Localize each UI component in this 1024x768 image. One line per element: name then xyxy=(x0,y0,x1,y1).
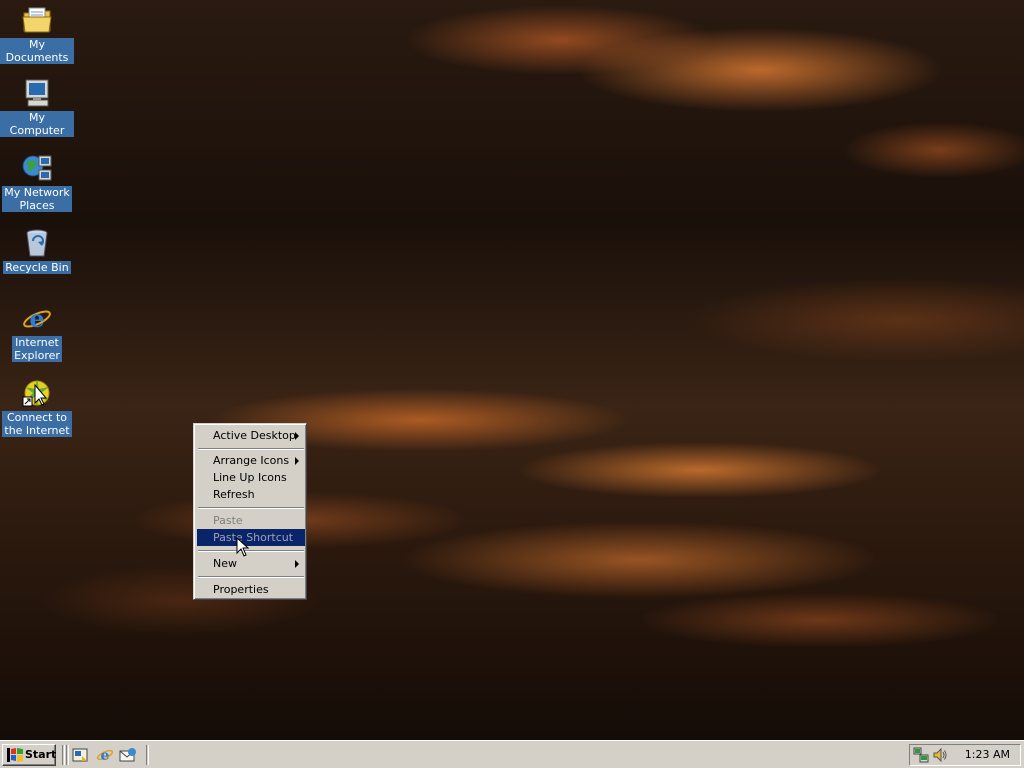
toolbar-grip xyxy=(66,745,69,765)
desktop-icon-label: My Network Places xyxy=(2,186,72,212)
start-button[interactable]: Start xyxy=(2,744,56,766)
menu-item-label: Line Up Icons xyxy=(213,471,287,484)
menu-item-new[interactable]: New xyxy=(197,555,305,572)
desktop-icon-my-documents[interactable]: My Documents xyxy=(0,4,74,64)
svg-text:e: e xyxy=(29,304,44,333)
menu-separator xyxy=(198,550,304,552)
taskbar-clock[interactable]: 1:23 AM xyxy=(965,745,1010,765)
menu-item-properties[interactable]: Properties xyxy=(197,581,305,598)
system-tray: 1:23 AM xyxy=(909,744,1021,766)
submenu-arrow-icon xyxy=(295,560,299,568)
desktop-icon-connect-to-internet[interactable]: Connect to the Internet xyxy=(0,377,74,437)
desktop-icon-recycle-bin[interactable]: Recycle Bin xyxy=(0,227,74,274)
menu-item-label: Refresh xyxy=(213,488,255,501)
submenu-arrow-icon xyxy=(295,432,299,440)
desktop-context-menu: Active Desktop Arrange Icons Line Up Ico… xyxy=(193,423,307,600)
volume-icon[interactable] xyxy=(932,747,948,763)
folder-documents-icon xyxy=(21,4,53,36)
menu-item-paste[interactable]: Paste xyxy=(197,512,305,529)
desktop-icon-label: My Documents xyxy=(0,38,74,64)
menu-item-label: Active Desktop xyxy=(213,429,296,442)
desktop-icon-internet-explorer[interactable]: e Internet Explorer xyxy=(0,302,74,362)
desktop-icon-label: Recycle Bin xyxy=(3,261,71,274)
network-connection-icon[interactable] xyxy=(913,747,929,763)
svg-text:e: e xyxy=(101,748,110,763)
desktop-icon-label: Internet Explorer xyxy=(12,336,62,362)
menu-item-active-desktop[interactable]: Active Desktop xyxy=(197,427,305,444)
menu-item-refresh[interactable]: Refresh xyxy=(197,486,305,503)
menu-item-label: Paste xyxy=(213,514,243,527)
internet-explorer-icon[interactable]: e xyxy=(96,747,114,764)
show-desktop-icon[interactable] xyxy=(72,747,90,763)
connect-internet-icon xyxy=(21,377,53,409)
desktop-icon-label: My Computer xyxy=(0,111,74,137)
menu-item-label: New xyxy=(213,557,237,570)
menu-item-line-up-icons[interactable]: Line Up Icons xyxy=(197,469,305,486)
submenu-arrow-icon xyxy=(295,457,299,465)
menu-separator xyxy=(198,576,304,578)
start-label: Start xyxy=(25,748,57,761)
menu-separator xyxy=(198,507,304,509)
menu-item-paste-shortcut[interactable]: Paste Shortcut xyxy=(197,529,305,546)
menu-item-arrange-icons[interactable]: Arrange Icons xyxy=(197,452,305,469)
taskbar: Start e 1:23 AM xyxy=(0,740,1024,768)
menu-separator xyxy=(198,448,304,450)
toolbar-grip[interactable] xyxy=(146,745,149,765)
menu-item-label: Arrange Icons xyxy=(213,454,290,467)
menu-item-label: Paste Shortcut xyxy=(213,531,294,544)
desktop-icon-label: Connect to the Internet xyxy=(2,411,72,437)
menu-item-label: Properties xyxy=(213,583,269,596)
desktop-icon-my-network-places[interactable]: My Network Places xyxy=(0,152,74,212)
toolbar-grip[interactable] xyxy=(62,745,65,765)
recycle-bin-icon xyxy=(21,227,53,259)
windows-logo-icon xyxy=(7,748,23,762)
mouse-pointer-icon xyxy=(236,536,250,557)
internet-explorer-icon: e xyxy=(21,302,53,334)
network-places-icon xyxy=(21,152,53,184)
desktop-icon-my-computer[interactable]: My Computer xyxy=(0,77,74,137)
outlook-express-icon[interactable] xyxy=(119,747,137,763)
computer-icon xyxy=(21,77,53,109)
desktop[interactable]: My Documents My Computer My Network Plac… xyxy=(0,0,1024,740)
